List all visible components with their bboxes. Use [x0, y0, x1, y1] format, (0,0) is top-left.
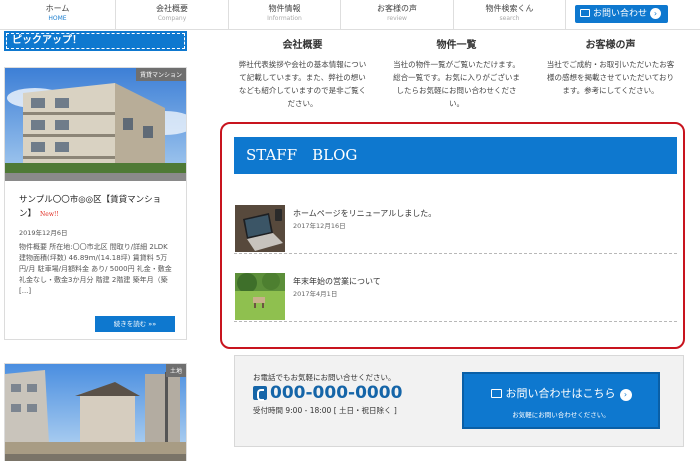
nav-item-search[interactable]: 物件検索くん search — [454, 0, 566, 30]
blog-post-date: 2017年12月16日 — [293, 222, 346, 230]
contact-phone[interactable]: 000-000-0000 — [253, 383, 402, 403]
info-column-title[interactable]: 会社概要 — [236, 36, 369, 51]
nav-sublabel: Company — [157, 15, 187, 22]
contact-form-button[interactable]: お問い合わせはこちら › お気軽にお問い合わせください。 — [462, 372, 660, 429]
blog-post-date: 2017年4月1日 — [293, 290, 338, 298]
nav-label: お客様の声 — [377, 4, 417, 13]
property-description: 物件概要 所在地:〇〇市北区 間取り/詳細 2LDK 建物面積(坪数) 46.8… — [19, 243, 172, 295]
property-photo[interactable]: 賃貸マンション — [5, 68, 186, 181]
property-title[interactable]: サンプル〇〇市◎◎区【賃貸マンション】 New!! — [19, 193, 172, 222]
phone-icon — [253, 386, 267, 401]
property-card: 土地 — [4, 363, 187, 461]
park-image — [235, 273, 285, 320]
contact-button-title-row: お問い合わせはこちら › — [464, 385, 658, 401]
nav-item-information[interactable]: 物件情報 Information — [229, 0, 341, 30]
info-column-text: 弊社代表挨拶や会社の基本情報について記載しています。また、弊社の想いなども紹介し… — [238, 60, 367, 108]
info-column-title[interactable]: 物件一覧 — [390, 36, 523, 51]
arrow-circle-icon: › — [619, 389, 632, 401]
info-column-text: 当社でご成約・お取引いただいたお客様の感想を掲載させていただいております。参考に… — [546, 60, 675, 95]
property-card: 賃貸マンション サンプル〇〇市◎◎区【賃貸マンション】 New!! 2019年12… — [4, 67, 187, 340]
category-tag: 賃貸マンション — [135, 68, 186, 81]
blog-post-title: ホームページをリニューアルしました。 — [293, 209, 437, 218]
nav-label: 物件検索くん — [485, 4, 534, 13]
nav-item-home[interactable]: ホーム HOME — [0, 0, 116, 30]
nav-item-company[interactable]: 会社概要 Company — [116, 0, 229, 30]
contact-hours: 受付時間 9:00 - 18:00 [ 土日・祝日除く ] — [253, 406, 397, 415]
info-column-reviews: お客様の声 当社でご成約・お取引いただいたお客様の感想を掲載させていただいており… — [544, 36, 677, 97]
nav-item-review[interactable]: お客様の声 review — [341, 0, 454, 30]
blog-post-title: 年末年始の営業について — [293, 277, 381, 286]
nav-sublabel: HOME — [48, 15, 67, 22]
pickup-heading: ピックアップ！ — [4, 31, 187, 51]
read-more-button[interactable]: 続きを読む »» — [95, 316, 175, 332]
nav-label: 物件情報 — [268, 4, 301, 13]
nav-sublabel: search — [499, 15, 520, 22]
blog-heading: STAFF BLOG — [234, 137, 677, 174]
nav-contact-label: お問い合わせ — [593, 9, 648, 19]
apartment-image — [5, 68, 186, 181]
contact-lead: お電話でもお気軽にお問い合せください。 — [253, 373, 396, 382]
contact-button-title: お問い合わせはこちら — [505, 387, 616, 400]
info-column-title[interactable]: お客様の声 — [544, 36, 677, 51]
nav-sublabel: Information — [267, 15, 302, 22]
category-tag: 土地 — [165, 364, 186, 377]
blog-post[interactable]: 年末年始の営業について 2017年4月1日 — [234, 270, 677, 322]
info-column-company: 会社概要 弊社代表挨拶や会社の基本情報について記載しています。また、弊社の想いな… — [236, 36, 369, 110]
land-image — [5, 364, 186, 461]
mail-icon — [580, 9, 590, 17]
phone-number: 000-000-0000 — [270, 383, 403, 403]
blog-thumbnail[interactable] — [235, 273, 285, 320]
nav-label: 会社概要 — [156, 4, 188, 13]
nav-sublabel: review — [387, 15, 407, 22]
info-column-properties: 物件一覧 当社の物件一覧がご覧いただけます。総合一覧です。お気に入りがございまし… — [390, 36, 523, 110]
blog-post[interactable]: ホームページをリニューアルしました。 2017年12月16日 — [234, 202, 677, 254]
info-column-text: 当社の物件一覧がご覧いただけます。総合一覧です。お気に入りがございましたらお気軽… — [393, 60, 520, 108]
mail-icon — [490, 389, 502, 398]
top-navigation: ホーム HOME 会社概要 Company 物件情報 Information お… — [0, 0, 700, 30]
property-date: 2019年12月6日 — [19, 229, 68, 237]
laptop-image — [235, 205, 285, 252]
new-badge: New!! — [40, 211, 59, 218]
blog-thumbnail[interactable] — [235, 205, 285, 252]
arrow-circle-icon: › — [650, 8, 662, 19]
contact-button-sub: お気軽にお問い合わせください。 — [512, 411, 610, 419]
nav-label: ホーム — [45, 4, 70, 13]
property-photo[interactable]: 土地 — [5, 364, 186, 461]
nav-contact-button[interactable]: お問い合わせ › — [575, 5, 668, 23]
